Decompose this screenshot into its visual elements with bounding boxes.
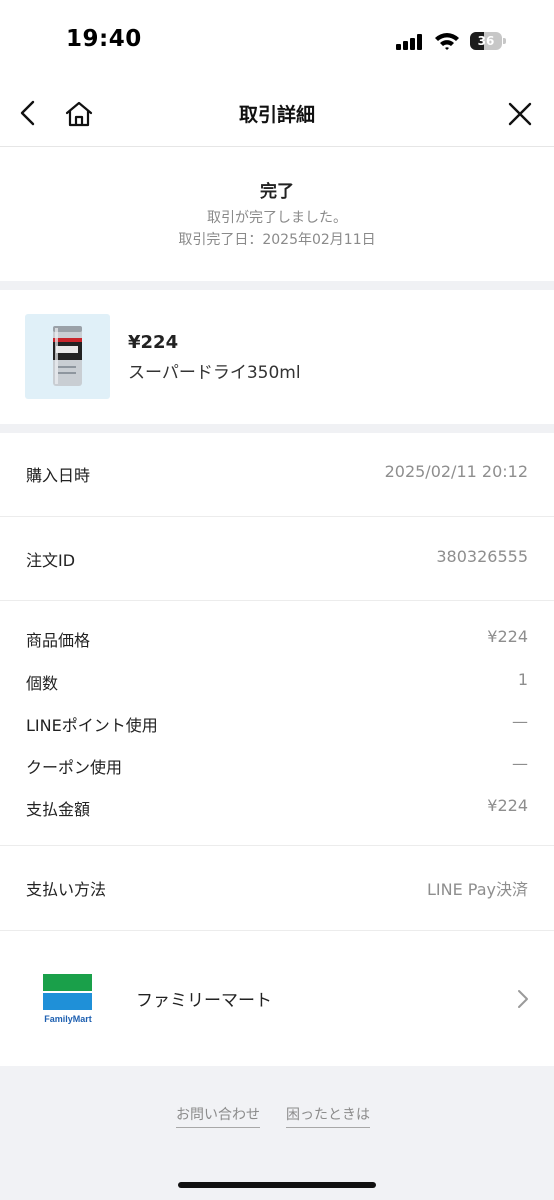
detail-label: 注文ID [26, 551, 76, 570]
status-message: 取引が完了しました。 [207, 210, 347, 226]
product-name: スーパードライ350ml [128, 363, 301, 383]
detail-value: 2025/02/11 20:12 [384, 462, 528, 481]
detail-label: 商品価格 [26, 631, 91, 650]
section-gap [0, 281, 554, 290]
wifi-icon [435, 33, 459, 50]
product-image [25, 314, 110, 399]
completed-date: 取引完了日：2025年02月11日 [178, 232, 376, 248]
detail-label: クーポン使用 [26, 758, 123, 777]
detail-label: 購入日時 [26, 466, 91, 485]
detail-label: 支払金額 [26, 800, 91, 819]
beer-can-icon [53, 326, 82, 386]
familymart-logo: FamilyMart [40, 972, 96, 1026]
detail-value: — [512, 712, 528, 731]
product-price: ¥224 [128, 332, 179, 353]
detail-value: LINE Pay決済 [426, 880, 528, 899]
footer: お問い合わせ 困ったときは [0, 1066, 554, 1200]
home-indicator[interactable] [178, 1182, 376, 1188]
section-gap [0, 424, 554, 433]
chevron-right-icon [518, 990, 528, 1008]
divider [0, 930, 554, 931]
battery-level: 36 [477, 34, 495, 48]
product-card: ¥224 スーパードライ350ml [0, 290, 554, 424]
battery-icon: 36 [470, 32, 506, 50]
contact-link[interactable]: お問い合わせ [176, 1104, 260, 1128]
status-bar: 19:40 36 [0, 0, 554, 80]
detail-value: ¥224 [487, 796, 528, 815]
status-time: 19:40 [66, 26, 142, 52]
detail-label: LINEポイント使用 [26, 716, 158, 735]
help-link[interactable]: 困ったときは [286, 1104, 370, 1128]
store-name: ファミリーマート [136, 991, 272, 1011]
detail-value: ¥224 [487, 627, 528, 646]
store-row[interactable]: FamilyMart ファミリーマート [0, 932, 554, 1066]
divider [0, 600, 554, 601]
signal-icon [396, 34, 426, 50]
divider [0, 516, 554, 517]
familymart-logo-text: FamilyMart [44, 1014, 92, 1024]
divider [0, 845, 554, 846]
nav-bar: 取引詳細 [0, 80, 554, 147]
detail-value: 1 [517, 670, 528, 689]
status-title: 完了 [260, 182, 294, 202]
page-title: 取引詳細 [238, 104, 315, 126]
detail-value: — [512, 754, 528, 773]
close-icon[interactable] [506, 100, 534, 128]
transaction-status: 完了 取引が完了しました。 取引完了日：2025年02月11日 [0, 147, 554, 281]
detail-label: 支払い方法 [26, 880, 107, 899]
detail-label: 個数 [26, 674, 59, 693]
detail-value: 380326555 [436, 547, 528, 566]
